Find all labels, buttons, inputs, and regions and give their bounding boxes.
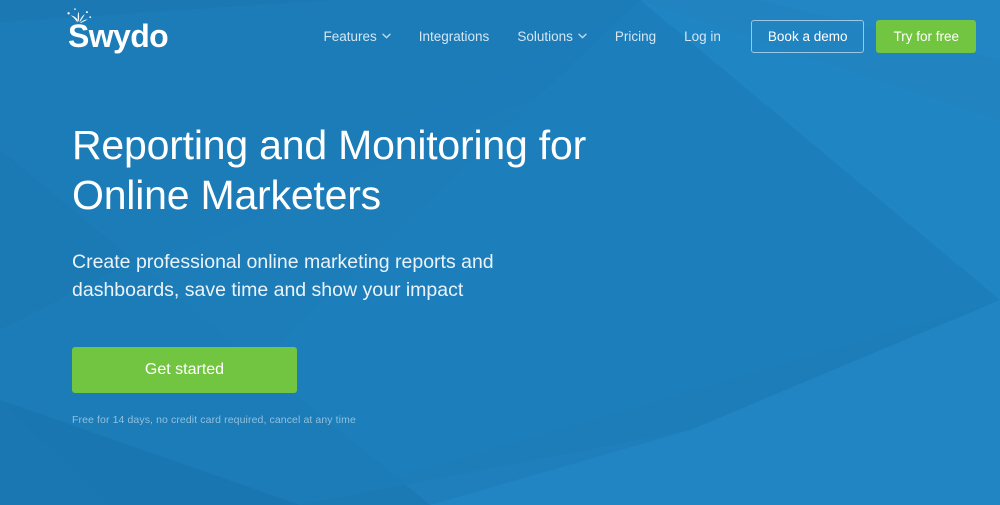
nav-label-pricing: Pricing [614,28,657,44]
nav-label-login: Log in [684,28,721,44]
try-for-free-button[interactable]: Try for free [876,19,976,53]
nav-label-features: Features [323,28,377,44]
nav-item-integrations[interactable]: Integrations [405,29,504,44]
main-navigation: Features Integrations Solutions Pricing … [309,19,976,53]
nav-label-solutions: Solutions [517,28,573,44]
hero-section: Swydo Features Integrations Solutions Pr… [0,0,1000,505]
chevron-down-icon [382,33,391,39]
get-started-button[interactable]: Get started [72,346,297,393]
logo[interactable]: Swydo [67,8,169,52]
chevron-down-icon [578,33,587,39]
trial-fineprint: Free for 14 days, no credit card require… [72,413,356,426]
nav-item-login[interactable]: Log in [670,29,735,44]
book-demo-button[interactable]: Book a demo [750,19,865,53]
nav-item-features[interactable]: Features [309,29,404,44]
nav-item-solutions[interactable]: Solutions [503,29,601,44]
hero-content: Reporting and Monitoring for Online Mark… [0,72,1000,426]
nav-item-pricing[interactable]: Pricing [601,29,670,44]
hero-headline: Reporting and Monitoring for Online Mark… [72,122,587,219]
hero-subheadline: Create professional online marketing rep… [72,251,494,302]
site-header: Swydo Features Integrations Solutions Pr… [0,0,1000,72]
sparkle-splash-icon [66,6,92,30]
nav-label-integrations: Integrations [418,28,490,44]
